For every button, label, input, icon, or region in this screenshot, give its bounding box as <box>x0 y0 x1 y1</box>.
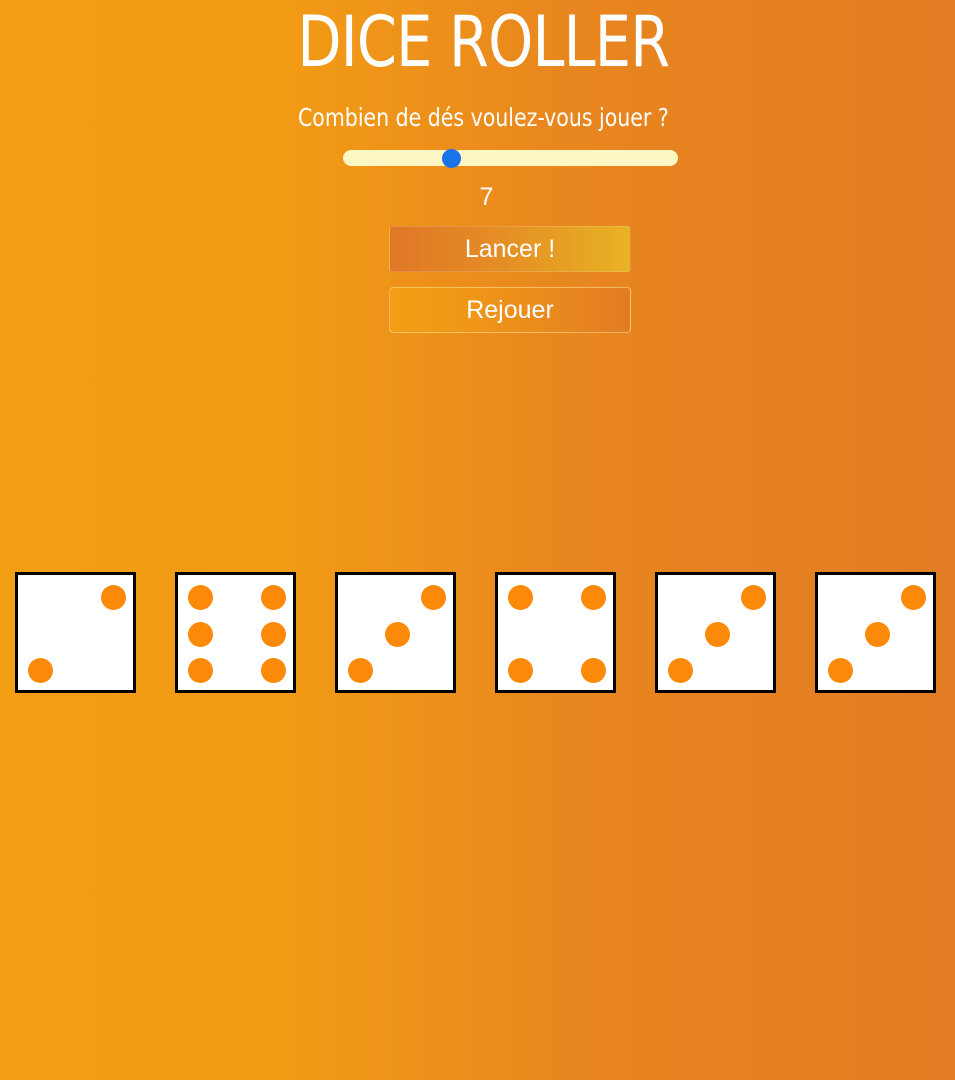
die-pip <box>668 658 693 683</box>
die-pip <box>901 585 926 610</box>
roll-button[interactable]: Lancer ! <box>389 226 631 272</box>
slider-thumb[interactable] <box>442 149 461 168</box>
die-pip <box>581 658 606 683</box>
dice-count-question: Combien de dés voulez-vous jouer ? <box>297 103 669 132</box>
die-pip <box>508 585 533 610</box>
die-4 <box>495 572 616 693</box>
die-2 <box>175 572 296 693</box>
replay-button[interactable]: Rejouer <box>389 287 631 333</box>
die-1 <box>15 572 136 693</box>
dice-row <box>15 572 955 693</box>
die-pip <box>261 621 286 647</box>
die-pip <box>28 658 53 683</box>
die-pip <box>101 585 126 610</box>
die-pip <box>384 621 410 647</box>
page-title: DICE ROLLER <box>297 1 670 83</box>
die-pip <box>704 621 730 647</box>
die-5 <box>655 572 776 693</box>
die-pip <box>261 585 286 610</box>
die-6 <box>815 572 936 693</box>
die-pip <box>508 658 533 683</box>
die-pip <box>741 585 766 610</box>
die-pip <box>188 585 213 610</box>
die-pip <box>864 621 890 647</box>
die-pip <box>188 621 213 647</box>
die-pip <box>581 585 606 610</box>
die-pip <box>348 658 373 683</box>
die-pip <box>421 585 446 610</box>
slider-track[interactable] <box>343 150 678 166</box>
die-pip <box>828 658 853 683</box>
die-3 <box>335 572 456 693</box>
dice-count-value: 7 <box>479 183 494 211</box>
die-pip <box>261 658 286 683</box>
die-pip <box>188 658 213 683</box>
